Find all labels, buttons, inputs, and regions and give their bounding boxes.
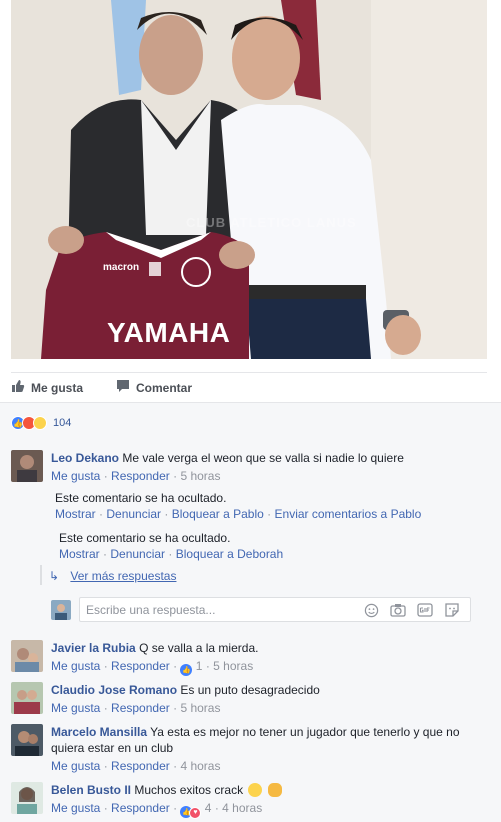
- comment-author[interactable]: Claudio Jose Romano: [51, 683, 177, 697]
- block-user-link[interactable]: Bloquear a Deborah: [176, 547, 283, 561]
- comment-text: Me vale verga el weon que se valla si na…: [122, 451, 404, 465]
- more-replies-link[interactable]: Ver más respuestas: [70, 569, 176, 583]
- shirt-brand: macron: [103, 262, 140, 273]
- like-reaction-icon: 👍: [180, 664, 193, 676]
- comment-author[interactable]: Javier la Rubia: [51, 641, 136, 655]
- comment-text-line1: Ya esta es mejor no tener un jugador que…: [150, 725, 460, 739]
- comment-author[interactable]: Leo Dekano: [51, 451, 119, 465]
- shirt-sponsor: YAMAHA: [107, 317, 231, 348]
- comment-reply-link[interactable]: Responder: [111, 469, 170, 483]
- report-link[interactable]: Denunciar: [110, 547, 165, 561]
- comment-text-line2: quiera estar en un club: [51, 741, 174, 755]
- current-user-avatar: [51, 600, 71, 620]
- reply-input[interactable]: [80, 598, 340, 621]
- comment-reaction-count[interactable]: 1: [196, 659, 203, 673]
- thumbs-up-icon: [11, 379, 25, 396]
- comment-text: Q se valla a la mierda.: [139, 641, 259, 655]
- comment-reaction-count[interactable]: 4: [205, 801, 212, 815]
- comment-timestamp[interactable]: 5 horas: [213, 659, 253, 673]
- relieved-face-icon: [248, 783, 263, 797]
- reaction-count[interactable]: 104: [53, 417, 71, 429]
- show-hidden-link[interactable]: Mostrar: [55, 507, 96, 521]
- block-user-link[interactable]: Bloquear a Pablo: [172, 507, 264, 521]
- comment-text: Es un puto desagradecido: [180, 683, 320, 697]
- comment-reply-link[interactable]: Responder: [111, 759, 170, 773]
- emoji-icon[interactable]: [363, 602, 379, 618]
- avatar[interactable]: [11, 450, 43, 482]
- report-link[interactable]: Denunciar: [106, 507, 161, 521]
- comment-like-link[interactable]: Me gusta: [51, 659, 100, 673]
- comment-author[interactable]: Marcelo Mansilla: [51, 725, 147, 739]
- post-action-bar: Me gusta Comentar: [11, 372, 487, 402]
- photo-watermark: CLUB ATLETICO LANUS: [186, 215, 357, 230]
- comment-label: Comentar: [136, 380, 193, 395]
- reply-thread-line: [40, 565, 42, 585]
- comment-text: Muchos exitos crack: [134, 783, 244, 797]
- show-hidden-link[interactable]: Mostrar: [59, 547, 100, 561]
- facebook-post: CLUB ATLETICO LANUS macron YAMAHA Me gus…: [0, 0, 501, 822]
- comment-like-link[interactable]: Me gusta: [51, 801, 100, 815]
- comment-timestamp[interactable]: 5 horas: [180, 701, 220, 715]
- haha-reaction-icon: [33, 416, 47, 430]
- comment-timestamp[interactable]: 4 horas: [180, 759, 220, 773]
- avatar[interactable]: [11, 640, 43, 672]
- gif-icon[interactable]: [417, 602, 433, 618]
- hidden-comment-message: Este comentario se ha ocultado.: [59, 531, 231, 545]
- reply-box: [79, 597, 471, 622]
- comment-like-link[interactable]: Me gusta: [51, 701, 100, 715]
- clapping-hands-icon: [267, 783, 282, 797]
- camera-icon[interactable]: [390, 602, 406, 618]
- post-photo[interactable]: CLUB ATLETICO LANUS macron YAMAHA: [11, 0, 487, 359]
- comment-button[interactable]: Comentar: [116, 379, 192, 396]
- avatar[interactable]: [11, 724, 43, 756]
- love-reaction-icon: ♥: [189, 806, 202, 819]
- comment-like-link[interactable]: Me gusta: [51, 469, 100, 483]
- reactions-row: 👍 104: [0, 402, 501, 440]
- send-feedback-link[interactable]: Enviar comentarios a Pablo: [275, 507, 422, 521]
- comment-timestamp[interactable]: 5 horas: [180, 469, 220, 483]
- comment-reply-link[interactable]: Responder: [111, 701, 170, 715]
- avatar[interactable]: [11, 782, 43, 814]
- reply-arrow-icon: ↳: [49, 569, 60, 583]
- like-label: Me gusta: [31, 380, 84, 395]
- reactions-summary[interactable]: 👍 104: [11, 416, 71, 430]
- comment-author[interactable]: Belen Busto II: [51, 783, 131, 797]
- hidden-comment-message: Este comentario se ha ocultado.: [55, 491, 227, 505]
- comment-like-link[interactable]: Me gusta: [51, 759, 100, 773]
- sticker-icon[interactable]: [444, 602, 460, 618]
- comment-timestamp[interactable]: 4 horas: [222, 801, 262, 815]
- comment-reply-link[interactable]: Responder: [111, 659, 170, 673]
- avatar[interactable]: [11, 682, 43, 714]
- speech-bubble-icon: [116, 379, 130, 396]
- like-button[interactable]: Me gusta: [11, 379, 83, 396]
- photo-illustration: [11, 0, 487, 359]
- comment-reply-link[interactable]: Responder: [111, 801, 170, 815]
